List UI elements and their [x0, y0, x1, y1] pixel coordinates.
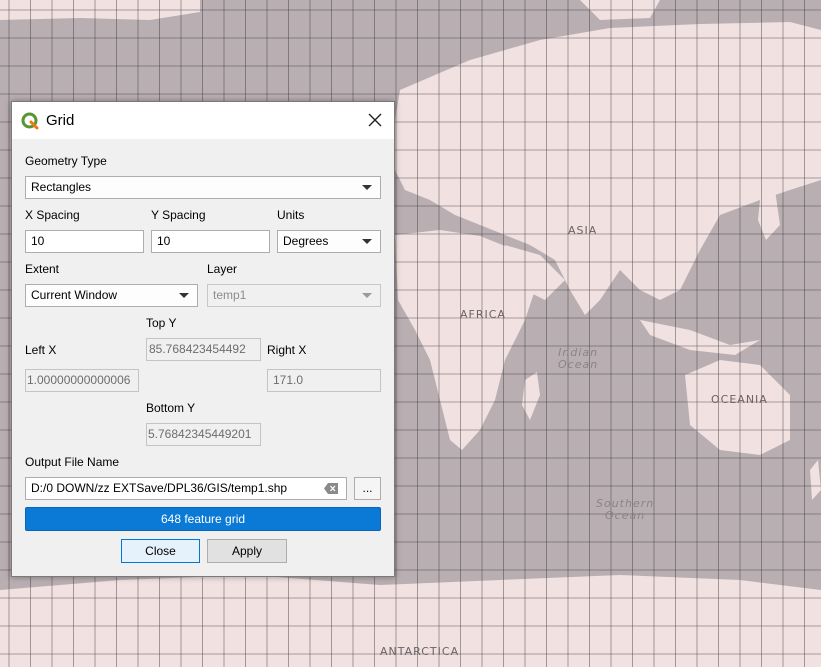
- left-x-input[interactable]: 1.00000000000006: [25, 369, 139, 392]
- bottom-y-input[interactable]: 5.76842345449201: [146, 423, 261, 446]
- right-x-label: Right X: [267, 343, 307, 357]
- progress-bar: 648 feature grid: [25, 507, 381, 531]
- clear-field-icon[interactable]: [324, 483, 338, 494]
- indian-ocean-line-2: Ocean: [558, 358, 599, 371]
- chevron-down-icon: [362, 239, 372, 244]
- right-x-input[interactable]: 171.0: [267, 369, 381, 392]
- bottom-y-label: Bottom Y: [146, 401, 196, 415]
- units-label: Units: [277, 208, 305, 222]
- top-y-label: Top Y: [146, 316, 177, 330]
- extent-value: Current Window: [31, 288, 118, 302]
- grid-dialog: Grid Geometry Type Rectangles X Spacing …: [11, 101, 395, 577]
- extent-select[interactable]: Current Window: [25, 284, 198, 307]
- geometry-type-value: Rectangles: [31, 180, 92, 194]
- close-icon[interactable]: [366, 111, 384, 129]
- map-label-indian-ocean: Indian Ocean: [558, 347, 598, 371]
- progress-text: 648 feature grid: [160, 512, 246, 526]
- southern-ocean-line-2: Ocean: [605, 509, 646, 522]
- left-x-label: Left X: [25, 343, 57, 357]
- x-spacing-label: X Spacing: [25, 208, 80, 222]
- qgis-logo-icon: [21, 112, 39, 130]
- geometry-type-label: Geometry Type: [25, 154, 107, 168]
- map-label-oceania: OCEANIA: [711, 393, 768, 406]
- units-select[interactable]: Degrees: [277, 230, 381, 253]
- close-button[interactable]: Close: [121, 539, 200, 563]
- y-spacing-label: Y Spacing: [151, 208, 206, 222]
- layer-label: Layer: [207, 262, 238, 276]
- extent-label: Extent: [25, 262, 60, 276]
- chevron-down-icon: [362, 185, 372, 190]
- x-spacing-input[interactable]: 10: [25, 230, 144, 253]
- units-value: Degrees: [283, 234, 329, 248]
- top-y-input[interactable]: 85.768423454492: [146, 338, 261, 361]
- map-label-antarctica: ANTARCTICA: [380, 645, 460, 658]
- layer-select[interactable]: temp1: [207, 284, 381, 307]
- map-label-asia: ASIA: [568, 224, 598, 237]
- browse-button[interactable]: ...: [354, 477, 381, 500]
- chevron-down-icon: [179, 293, 189, 298]
- dialog-title: Grid: [46, 112, 75, 129]
- dialog-titlebar[interactable]: Grid: [12, 102, 394, 139]
- output-file-input[interactable]: D:/0 DOWN/zz EXTSave/DPL36/GIS/temp1.shp: [25, 477, 347, 500]
- layer-value: temp1: [213, 288, 247, 302]
- geometry-type-select[interactable]: Rectangles: [25, 176, 381, 199]
- map-label-southern-ocean: Southern Ocean: [596, 498, 654, 522]
- chevron-down-icon: [362, 293, 372, 298]
- y-spacing-input[interactable]: 10: [151, 230, 270, 253]
- output-file-value: D:/0 DOWN/zz EXTSave/DPL36/GIS/temp1.shp: [31, 481, 288, 495]
- apply-button[interactable]: Apply: [207, 539, 287, 563]
- map-label-africa: AFRICA: [460, 308, 506, 321]
- output-file-label: Output File Name: [25, 455, 120, 469]
